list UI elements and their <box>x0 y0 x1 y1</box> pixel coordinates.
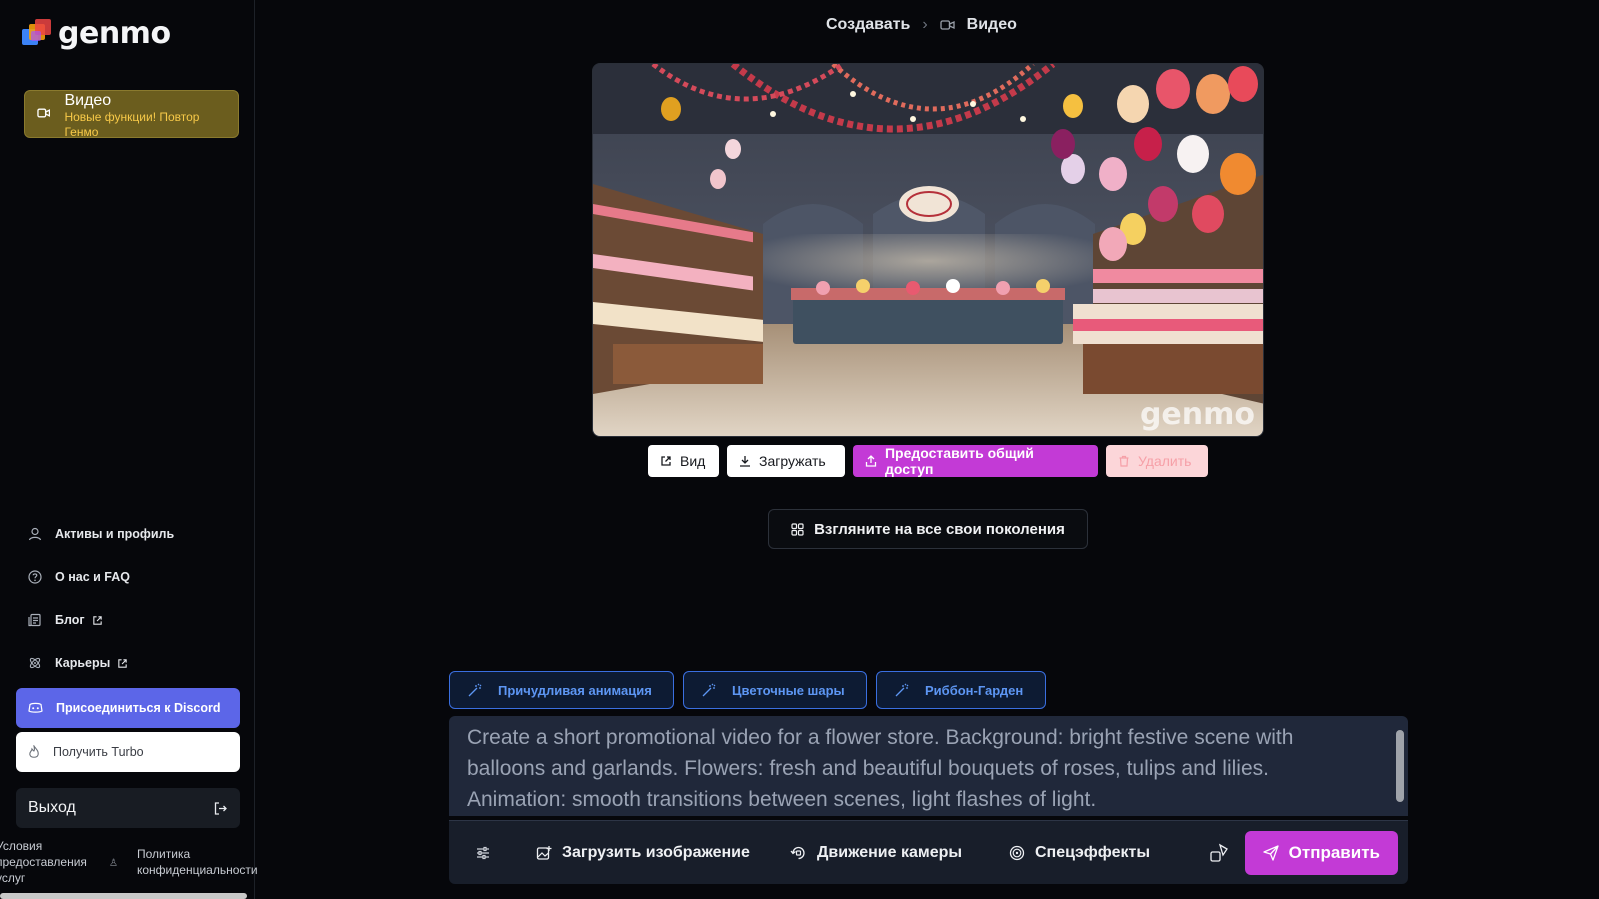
camera-motion-label: Движение камеры <box>817 844 963 861</box>
chip-label: Причудливая анимация <box>498 682 652 698</box>
video-camera-icon <box>940 20 955 30</box>
prompt-scrollbar[interactable] <box>1396 730 1404 802</box>
prompt-text: Create a short promotional video for a f… <box>467 726 1294 811</box>
logout-icon <box>214 801 227 815</box>
video-actions: Вид Загружать Предоставить общий доступ … <box>648 445 1208 477</box>
video-mode-card[interactable]: Видео Новые функции! Повтор Генмо <box>24 90 239 138</box>
sidebar-item-label: О нас и FAQ <box>55 570 130 584</box>
sidebar-item-label: Блог <box>55 613 85 627</box>
turbo-label: Получить Turbo <box>53 745 144 759</box>
genmo-logo-icon <box>22 18 52 49</box>
breadcrumb-current: Видео <box>966 16 1017 33</box>
view-all-generations-button[interactable]: Взгляните на все свои поколения <box>768 509 1088 549</box>
chip-label: Риббон-Гарден <box>925 682 1024 698</box>
suggestion-chip-flower-balloons[interactable]: Цветочные шары <box>683 671 867 709</box>
delete-label: Удалить <box>1138 453 1192 469</box>
breadcrumb-separator: › <box>922 16 928 33</box>
flower-store-scene-image <box>593 64 1263 436</box>
view-all-generations-label: Взгляните на все свои поколения <box>814 520 1065 538</box>
discord-icon <box>28 702 43 713</box>
special-effects-button[interactable]: Спецэффекты <box>1009 821 1150 885</box>
sidebar-item-label: Карьеры <box>55 656 111 670</box>
upload-image-button[interactable]: Загрузить изображение <box>536 821 750 885</box>
terms-link[interactable]: Условия предоставления услуг <box>0 838 94 886</box>
chip-label: Цветочные шары <box>732 682 845 698</box>
help-circle-icon <box>28 570 42 584</box>
shapes-button[interactable] <box>1209 821 1229 885</box>
camera-motion-icon <box>790 846 805 860</box>
magic-wand-icon <box>468 683 482 697</box>
suggestion-chip-whimsical-animation[interactable]: Причудливая анимация <box>449 671 674 709</box>
sidebar-item-label: Активы и профиль <box>55 527 175 541</box>
privacy-link[interactable]: Политика конфиденциальности <box>137 846 258 878</box>
magic-wand-icon <box>895 683 909 697</box>
view-button[interactable]: Вид <box>648 445 719 477</box>
send-paper-plane-icon <box>1263 845 1279 861</box>
breadcrumb-create[interactable]: Создавать <box>826 16 910 34</box>
legal-separator-icon: ♙ <box>109 858 118 869</box>
magic-wand-icon <box>702 683 716 697</box>
send-label: Отправить <box>1288 843 1380 862</box>
share-upload-icon <box>865 455 877 467</box>
spiral-effects-icon <box>1009 845 1025 861</box>
brand-name: genmo <box>58 16 171 51</box>
video-preview[interactable]: genmo <box>592 63 1264 437</box>
genmo-watermark: genmo <box>1139 397 1255 432</box>
send-button[interactable]: Отправить <box>1244 831 1398 875</box>
prompt-toolbar: Загрузить изображение Движение камеры Сп… <box>449 820 1408 884</box>
blog-icon <box>28 613 41 627</box>
sidebar-item-careers[interactable]: Карьеры <box>16 643 240 683</box>
download-label: Загружать <box>759 453 826 469</box>
sidebar-item-assets-profile[interactable]: Активы и профиль <box>16 514 240 554</box>
delete-button[interactable]: Удалить <box>1106 445 1208 477</box>
share-label: Предоставить общий доступ <box>884 445 1034 477</box>
view-label: Вид <box>680 453 706 469</box>
video-card-title: Видео <box>64 92 112 109</box>
special-effects-label: Спецэффекты <box>1035 844 1150 861</box>
settings-sliders-button[interactable] <box>475 821 491 885</box>
sidebar: genmo Видео Новые функции! Повтор Генмо … <box>0 0 258 899</box>
video-card-subtitle: Новые функции! Повтор Генмо <box>64 110 200 138</box>
prompt-textarea[interactable]: Create a short promotional video for a f… <box>449 716 1408 816</box>
atom-icon <box>29 657 41 669</box>
video-camera-icon <box>37 108 51 118</box>
download-icon <box>740 456 750 467</box>
breadcrumb: Создавать › Видео <box>826 14 1017 36</box>
get-turbo-button[interactable]: Получить Turbo <box>16 732 240 772</box>
grid-icon <box>791 522 804 536</box>
user-icon <box>28 527 42 541</box>
external-link-icon <box>661 456 671 466</box>
trash-icon <box>1119 455 1129 467</box>
shapes-icon <box>1210 843 1228 862</box>
discord-label: Присоединиться к Discord <box>56 701 221 715</box>
external-link-icon <box>118 658 128 668</box>
suggestion-chip-ribbon-garden[interactable]: Риббон-Гарден <box>876 671 1046 709</box>
external-link-icon <box>92 615 102 625</box>
sidebar-horizontal-scrollbar[interactable] <box>0 893 247 899</box>
sidebar-item-blog[interactable]: Блог <box>16 600 240 640</box>
join-discord-button[interactable]: Присоединиться к Discord <box>16 688 240 728</box>
sliders-icon <box>477 846 489 860</box>
upload-image-label: Загрузить изображение <box>562 844 750 861</box>
logout-label: Выход <box>28 799 76 816</box>
logout-button[interactable]: Выход <box>16 788 240 828</box>
camera-motion-button[interactable]: Движение камеры <box>790 821 962 885</box>
download-button[interactable]: Загружать <box>727 445 845 477</box>
fire-icon <box>29 745 39 758</box>
image-upload-icon <box>536 846 552 860</box>
sidebar-item-about-faq[interactable]: О нас и FAQ <box>16 557 240 597</box>
brand-logo[interactable]: genmo <box>22 16 171 51</box>
share-button[interactable]: Предоставить общий доступ <box>853 445 1098 477</box>
